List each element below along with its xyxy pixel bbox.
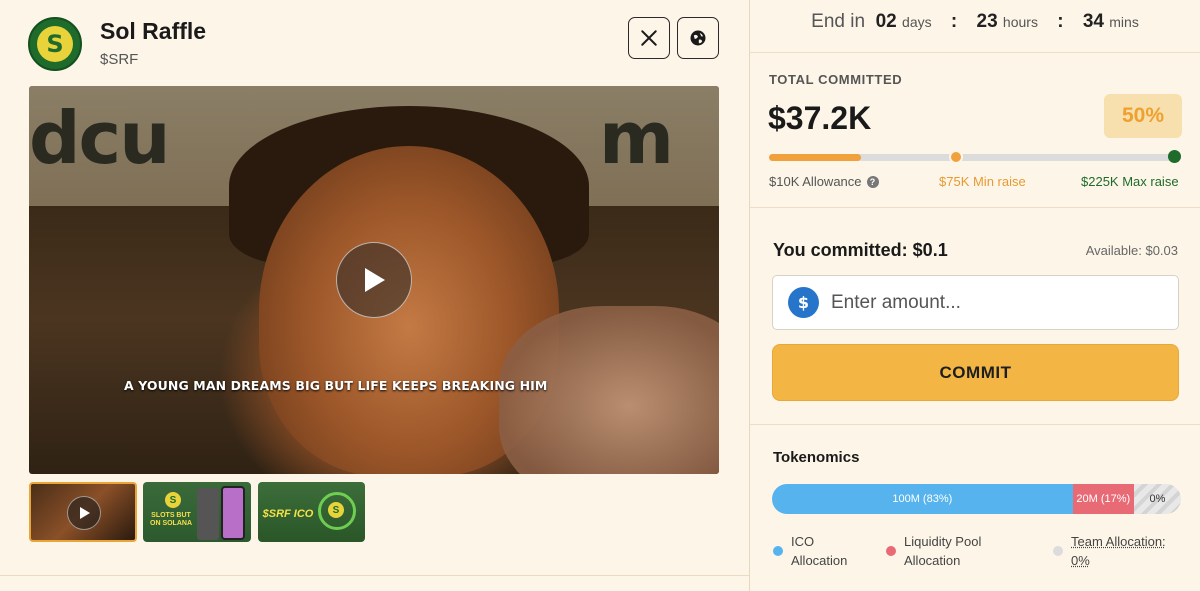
thumbnail-text: $SRF ICO [262, 508, 314, 520]
project-logo: S [28, 17, 82, 71]
play-icon [79, 507, 90, 519]
globe-icon [690, 30, 706, 46]
timer-mins: 34 [1082, 11, 1104, 32]
legend-dot [1053, 546, 1063, 556]
legend-item-team[interactable]: Team Allocation: 0% [1053, 532, 1166, 570]
raise-progress-bar [769, 154, 1174, 161]
countdown-timer: End in 02 days : 23 hours : 34 mins [811, 11, 1139, 32]
timer-days: 02 [875, 11, 897, 32]
total-committed-label: TOTAL COMMITTED [769, 72, 903, 87]
tokenomics-title: Tokenomics [773, 449, 860, 466]
project-title: Sol Raffle [100, 18, 207, 44]
amount-field[interactable]: $ [772, 275, 1179, 330]
play-icon [365, 268, 385, 292]
commit-button[interactable]: COMMIT [772, 344, 1179, 401]
tokenomics-segment-ico: 100M (83%) [772, 484, 1073, 514]
video-caption: A YOUNG MAN DREAMS BIG BUT LIFE KEEPS BR… [124, 378, 548, 393]
project-ticker: $SRF [100, 51, 139, 68]
x-twitter-button[interactable] [628, 17, 670, 59]
x-icon [641, 30, 657, 46]
video-wall-text: dcu [29, 96, 170, 180]
media-thumbnail-image[interactable]: S SLOTS BUT ON SOLANA [143, 482, 251, 542]
project-panel: S Sol Raffle $SRF dcu m A YOUNG MAN DREA… [0, 0, 749, 591]
user-committed-label: You committed: $0.1 [773, 240, 948, 260]
legend-item-ico: ICO Allocation [773, 532, 847, 570]
tokenomics-segment-liquidity: 20M (17%) [1072, 484, 1134, 514]
allowance-label: $10K Allowance ? [769, 174, 879, 189]
thumbnail-text: SLOTS BUT ON SOLANA [150, 512, 192, 527]
legend-dot [886, 546, 896, 556]
min-raise-label: $75K Min raise [939, 174, 1026, 189]
percent-badge: 50% [1104, 94, 1182, 138]
usdc-icon: $ [788, 287, 819, 318]
media-thumbnail-video[interactable] [29, 482, 137, 542]
video-player[interactable]: dcu m A YOUNG MAN DREAMS BIG BUT LIFE KE… [29, 86, 719, 474]
coin-icon: S [328, 502, 344, 518]
logo-letter: S [46, 30, 64, 58]
play-button[interactable] [336, 242, 412, 318]
play-button [67, 496, 101, 530]
help-icon[interactable]: ? [866, 175, 879, 188]
legend-dot [773, 546, 783, 556]
tokenomics-bar: 100M (83%) 20M (17%) 0% [772, 484, 1181, 514]
tokenomics-segment-team: 0% [1133, 484, 1181, 514]
coin-icon: S [165, 492, 181, 508]
sale-panel: End in 02 days : 23 hours : 34 mins TOTA… [750, 0, 1200, 591]
website-button[interactable] [677, 17, 719, 59]
max-raise-marker [1168, 150, 1181, 163]
video-wall-text: m [599, 96, 674, 180]
min-raise-marker [949, 150, 963, 164]
media-thumbnail-image[interactable]: $SRF ICO S [258, 482, 365, 542]
available-balance: Available: $0.03 [1085, 243, 1178, 258]
legend-item-liquidity: Liquidity Pool Allocation [886, 532, 981, 570]
max-raise-label: $225K Max raise [1081, 174, 1179, 189]
raise-progress-fill [769, 154, 862, 161]
timer-hours: 23 [976, 11, 998, 32]
total-committed-amount: $37.2K [768, 100, 872, 136]
amount-input[interactable] [831, 291, 1161, 314]
